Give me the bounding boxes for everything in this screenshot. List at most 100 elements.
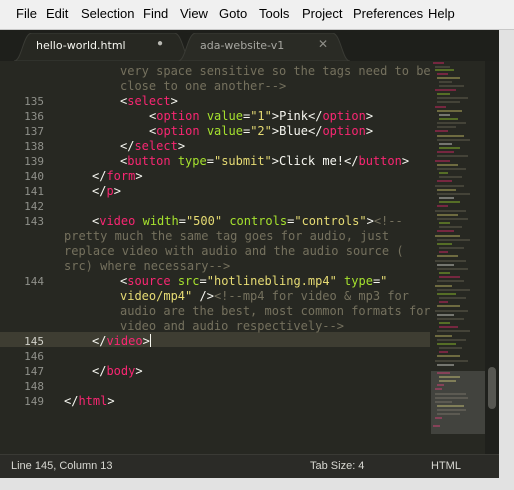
code-token: </ [120,139,135,153]
tab-hello-world[interactable]: hello-world.html ● [14,33,192,61]
code-token: body [106,364,136,378]
code-line: very space sensitive so the tags need to… [120,64,431,79]
menu-project[interactable]: Project [302,6,342,21]
code-token: pretty much the same tag goes for audio,… [64,229,390,243]
menu-tools[interactable]: Tools [259,6,289,21]
code-token: </ [92,169,107,183]
code-line: </html> [64,394,115,409]
status-bar: Line 145, Column 13 Tab Size: 4 HTML [0,454,499,478]
menu-help[interactable]: Help [428,6,455,21]
code-token: > [135,169,143,183]
tab-label: hello-world.html [36,39,126,52]
close-icon[interactable]: ✕ [318,37,328,51]
code-line: video/mp4" /><!--mp4 for video & mp3 for [120,289,409,304]
line-number: 144 [24,275,44,288]
window-edge [499,30,514,490]
menu-goto[interactable]: Goto [219,6,247,21]
code-token: option [322,124,366,138]
line-number: 146 [24,350,44,363]
menu-find[interactable]: Find [143,6,168,21]
line-number: 136 [24,110,44,123]
modified-dot-icon[interactable]: ● [157,38,163,49]
code-token: "2" [250,124,272,138]
minimap[interactable] [430,61,485,454]
code-token: type [177,154,207,168]
code-token: " [380,274,388,288]
line-number: 143 [24,215,44,228]
code-token: > [365,124,374,138]
code-token: value [206,124,243,138]
menu-edit[interactable]: Edit [46,6,68,21]
line-number-current: 145 [24,335,44,348]
line-number: 148 [24,380,44,393]
code-token: >Pink</ [271,109,323,123]
line-number: 147 [24,365,44,378]
code-line: <button type="submit">Click me!</button> [120,154,409,169]
code-token: html [78,394,108,408]
text-cursor [149,334,151,347]
code-token: >Click me!</ [271,154,359,168]
code-token: "submit" [213,154,272,168]
code-token: value [206,109,243,123]
code-editor[interactable]: 135 136 137 138 139 140 141 142 143 144 … [0,61,431,454]
code-token: button [358,154,402,168]
menu-selection[interactable]: Selection [81,6,134,21]
code-line-current: </video> [92,334,151,349]
code-line: audio are the best, most common formats … [120,304,431,319]
editor-window: File Edit Selection Find View Goto Tools… [0,0,514,490]
code-token: "500" [185,214,223,228]
tab-size-setting[interactable]: Tab Size: 4 [310,460,364,472]
code-token: source [127,274,171,288]
code-token: p [106,184,114,198]
code-line: <source src="hotlinebling.mp4" type=" [120,274,387,289]
code-line: </p> [92,184,121,199]
code-line: <option value="1">Pink</option> [149,109,373,124]
code-line: pretty much the same tag goes for audio,… [64,229,389,244]
line-number: 141 [24,185,44,198]
code-token: "controls" [294,214,367,228]
minimap-viewport[interactable] [431,371,485,434]
line-number: 139 [24,155,44,168]
code-token: width [142,214,179,228]
code-line: <option value="2">Blue</option> [149,124,373,139]
code-token: </ [92,334,107,348]
code-token: video and audio respectively--> [120,319,344,333]
code-token: video/mp4" [120,289,193,303]
vertical-scrollbar[interactable] [485,61,499,454]
line-number: 137 [24,125,44,138]
syntax-mode[interactable]: HTML [431,460,461,472]
code-token: type [344,274,373,288]
window-edge-bottom [0,478,514,490]
code-line: </body> [92,364,143,379]
menu-file[interactable]: File [16,6,37,21]
code-token: video [99,214,136,228]
tab-ada-website[interactable]: ada-website-v1 ✕ [178,33,350,61]
code-token: /> [192,289,214,303]
menu-view[interactable]: View [180,6,208,21]
tab-bar: hello-world.html ● ada-website-v1 ✕ [0,30,514,61]
code-token: select [134,139,178,153]
code-token: close to one another--> [120,79,287,93]
code-token: button [127,154,171,168]
menu-preferences[interactable]: Preferences [353,6,423,21]
code-line: </select> [120,139,185,154]
menu-bar: File Edit Selection Find View Goto Tools… [0,0,514,30]
code-token: = [178,214,186,228]
code-token: replace video with audio and the audio s… [64,244,404,258]
code-token: > [113,184,121,198]
code-token: <!-- [373,214,403,228]
code-token: very space sensitive so the tags need to… [120,64,431,78]
code-token: select [127,94,171,108]
code-line: <video width="500" controls="controls"><… [92,214,403,229]
code-line: src) where necessary--> [64,259,230,274]
code-token: src) where necessary--> [64,259,231,273]
code-area[interactable]: very space sensitive so the tags need to… [64,61,431,454]
scrollbar-thumb[interactable] [488,367,496,409]
code-token: </ [92,184,107,198]
code-token: = [199,274,207,288]
line-number: 140 [24,170,44,183]
